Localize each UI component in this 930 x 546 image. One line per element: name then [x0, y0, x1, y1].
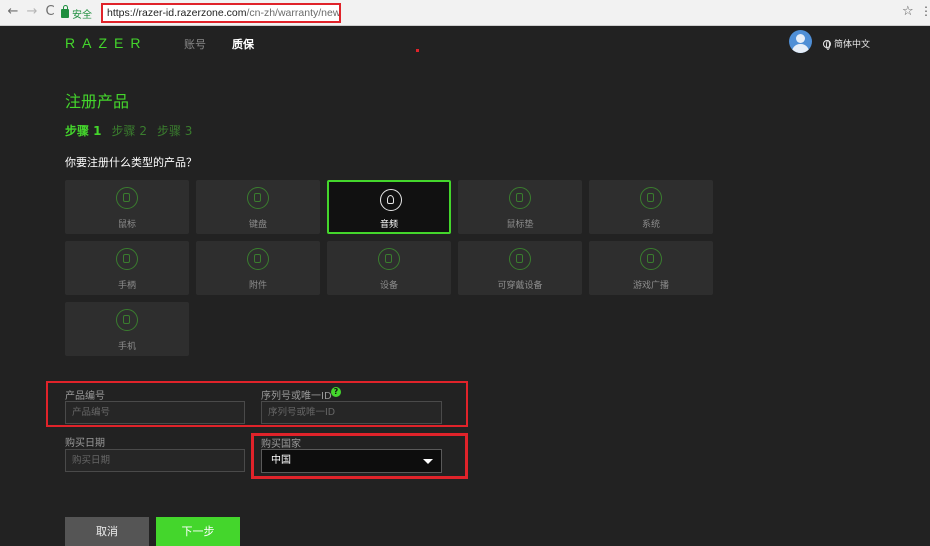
broadcast-icon [640, 248, 662, 270]
mousepad-icon [509, 187, 531, 209]
language-selector[interactable]: 简体中文 [823, 37, 870, 50]
back-icon[interactable]: ← [5, 4, 21, 20]
tile-accessory[interactable]: 附件 [196, 241, 320, 295]
address-bar[interactable]: https://razer-id.razerzone.com/cn-zh/war… [101, 3, 341, 23]
tile-label: 系统 [641, 220, 660, 230]
avatar-body [792, 44, 809, 53]
purchase-date-label: 购买日期 [65, 438, 105, 449]
device-icon [378, 248, 400, 270]
browser-toolbar: ← → C 安全 https://razer-id.razerzone.com/… [0, 0, 930, 26]
tile-label: 手机 [117, 342, 136, 352]
step-1: 步骤 1 [65, 124, 102, 138]
purchase-date-input[interactable]: 购买日期 [65, 449, 245, 472]
tile-device[interactable]: 设备 [327, 241, 451, 295]
country-select[interactable]: 中国 [261, 449, 442, 473]
chevron-down-icon [423, 459, 433, 464]
nav-account[interactable]: 账号 [184, 36, 206, 52]
step-2: 步骤 2 [111, 124, 147, 138]
secure-label: 安全 [72, 10, 92, 21]
tile-label: 手柄 [117, 281, 136, 291]
laptop-icon [640, 187, 662, 209]
headset-icon [380, 189, 402, 211]
tile-label: 设备 [379, 281, 398, 291]
help-icon[interactable]: ? [331, 387, 341, 397]
tile-mousepad[interactable]: 鼠标垫 [458, 180, 582, 234]
wearable-icon [509, 248, 531, 270]
avatar-head [796, 34, 805, 43]
product-type-question: 你要注册什么类型的产品？ [65, 156, 197, 169]
browser-menu-icon[interactable]: ⋮ [920, 4, 930, 18]
tile-label: 音频 [379, 220, 398, 230]
tile-audio[interactable]: 音频 [327, 180, 451, 234]
tile-keyboard[interactable]: 键盘 [196, 180, 320, 234]
step-3: 步骤 3 [156, 124, 193, 138]
annotation-dot [416, 49, 419, 52]
bookmark-star-icon[interactable]: ☆ [902, 4, 914, 19]
tile-label: 游戏广播 [632, 281, 669, 291]
gamepad-icon [116, 248, 138, 270]
keyboard-icon [247, 187, 269, 209]
tile-wearable[interactable]: 可穿戴设备 [458, 241, 582, 295]
globe-icon [823, 39, 831, 50]
avatar[interactable] [789, 30, 812, 53]
phone-icon [116, 309, 138, 331]
language-label: 简体中文 [834, 40, 871, 50]
tile-system[interactable]: 系统 [589, 180, 713, 234]
lock-icon [61, 5, 69, 18]
tile-mouse[interactable]: 鼠标 [65, 180, 189, 234]
reload-icon[interactable]: C [42, 4, 58, 20]
nav-warranty[interactable]: 质保 [232, 36, 254, 52]
tile-broadcast[interactable]: 游戏广播 [589, 241, 713, 295]
serial-input[interactable]: 序列号或唯一ID [261, 401, 442, 424]
tile-label: 鼠标垫 [506, 220, 534, 230]
forward-icon[interactable]: → [24, 4, 40, 20]
tile-phone[interactable]: 手机 [65, 302, 189, 356]
serial-label: 序列号或唯一ID [261, 391, 332, 402]
url-host: https://razer-id.razerzone.com [107, 7, 247, 19]
url-path: /cn-zh/warranty/new [246, 7, 341, 19]
tile-label: 鼠标 [117, 220, 136, 230]
step-indicator: 步骤 1 步骤 2 步骤 3 [65, 122, 192, 139]
product-number-input[interactable]: 产品编号 [65, 401, 245, 424]
page-title: 注册产品 [65, 92, 130, 111]
country-label: 购买国家 [261, 439, 301, 450]
tile-label: 键盘 [248, 220, 267, 230]
secure-indicator[interactable]: 安全 [61, 5, 92, 21]
next-button[interactable]: 下一步 [156, 517, 240, 546]
tile-label: 附件 [248, 281, 267, 291]
razer-logo[interactable]: RAZER [65, 35, 147, 51]
cancel-button[interactable]: 取消 [65, 517, 149, 546]
product-number-label: 产品编号 [65, 391, 105, 402]
mouse-icon [116, 187, 138, 209]
country-value: 中国 [271, 455, 291, 466]
tile-gamepad[interactable]: 手柄 [65, 241, 189, 295]
tile-label: 可穿戴设备 [497, 281, 543, 291]
accessory-icon [247, 248, 269, 270]
